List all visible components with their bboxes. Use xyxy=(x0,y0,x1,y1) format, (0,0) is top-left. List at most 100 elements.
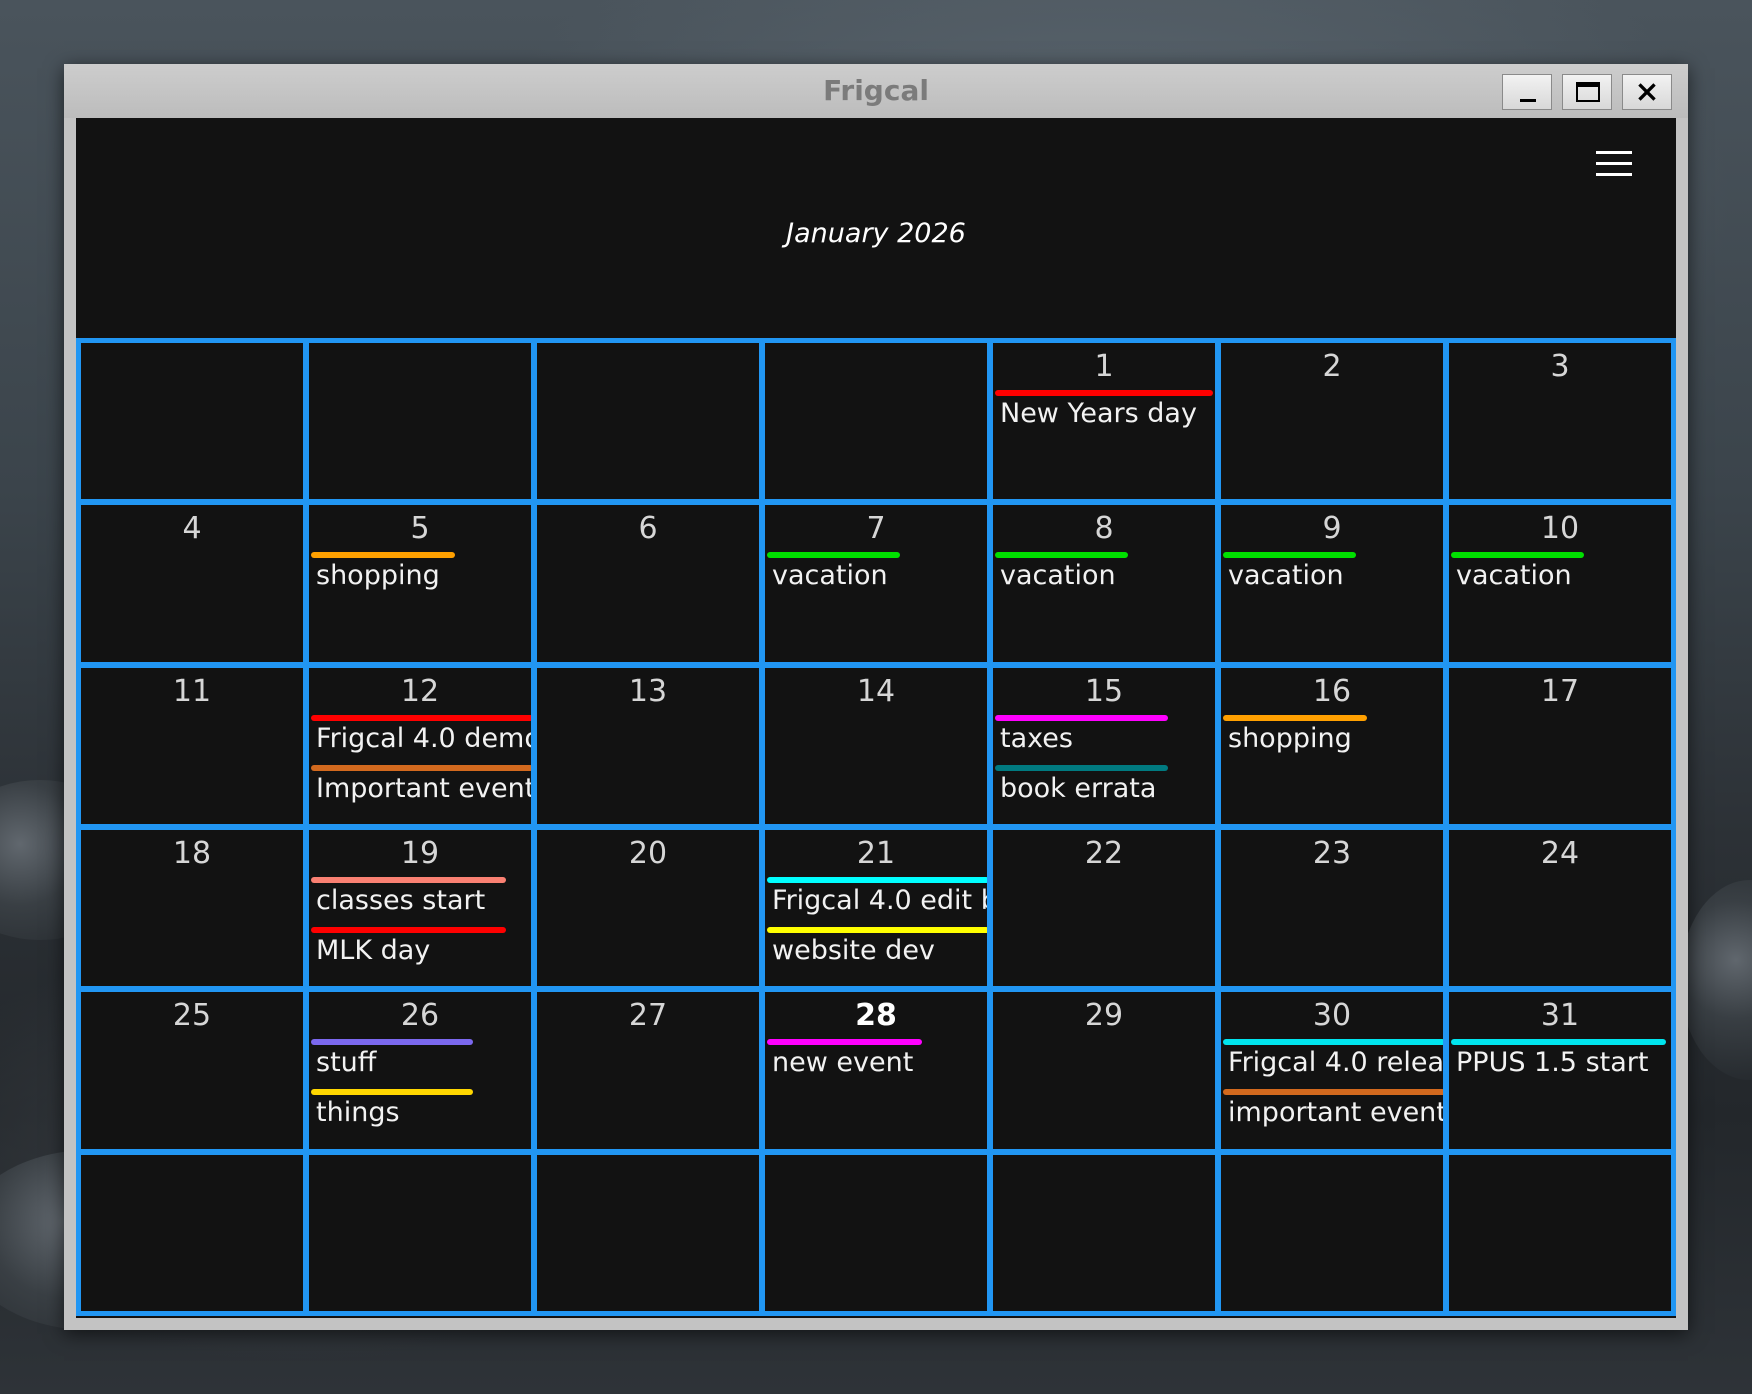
empty-day-cell[interactable] xyxy=(993,1154,1215,1311)
event-color-bar xyxy=(995,552,1129,559)
day-number: 8 xyxy=(1094,511,1114,547)
day-number: 16 xyxy=(1312,673,1352,709)
day-cell[interactable]: 1 New Years day xyxy=(993,343,1215,500)
event-color-bar xyxy=(767,926,987,933)
empty-day-cell[interactable] xyxy=(1449,1154,1671,1311)
day-cell[interactable]: 15 taxes book errata xyxy=(993,667,1215,824)
day-cell[interactable]: 28 new event xyxy=(765,992,987,1149)
day-cell[interactable]: 10 vacation xyxy=(1449,505,1671,662)
day-cell[interactable]: 9 vacation xyxy=(1221,505,1443,662)
day-number: 26 xyxy=(400,998,440,1034)
day-cell[interactable]: 22 xyxy=(993,829,1215,987)
day-number: 27 xyxy=(628,998,668,1034)
calendar-event[interactable]: important event xyxy=(1221,1089,1443,1141)
calendar-event[interactable]: classes start xyxy=(309,876,531,929)
calendar-event[interactable]: vacation xyxy=(765,552,987,604)
day-cell[interactable]: 20 xyxy=(537,829,759,987)
event-color-bar xyxy=(311,552,456,559)
calendar-event[interactable]: vacation xyxy=(1449,552,1671,604)
empty-day-cell[interactable] xyxy=(309,1154,531,1311)
event-label: vacation xyxy=(772,560,888,592)
close-button[interactable] xyxy=(1622,74,1672,110)
day-cell[interactable]: 27 xyxy=(537,992,759,1149)
day-cell[interactable]: 2 xyxy=(1221,343,1443,500)
event-label: stuff xyxy=(316,1047,377,1079)
calendar-event[interactable]: website dev xyxy=(765,926,987,979)
day-number: 12 xyxy=(400,673,440,709)
day-number: 25 xyxy=(172,998,212,1034)
window-title: Frigcal xyxy=(823,74,929,107)
event-color-bar xyxy=(1223,552,1357,559)
event-label: vacation xyxy=(1456,560,1572,592)
event-label: New Years day xyxy=(1000,398,1197,429)
calendar-event[interactable]: Frigcal 4.0 edit b xyxy=(765,876,987,929)
day-number: 17 xyxy=(1540,673,1580,709)
day-cell[interactable]: 11 xyxy=(81,667,303,824)
day-cell[interactable]: 8 vacation xyxy=(993,505,1215,662)
day-cell[interactable]: 26 stuff things xyxy=(309,992,531,1149)
day-cell[interactable]: 12 Frigcal 4.0 demo Important event xyxy=(309,667,531,824)
window-titlebar[interactable]: Frigcal xyxy=(64,64,1688,118)
calendar-event[interactable]: vacation xyxy=(1221,552,1443,604)
calendar-event[interactable]: new event xyxy=(765,1039,987,1091)
day-cell[interactable]: 14 xyxy=(765,667,987,824)
day-number: 19 xyxy=(400,835,440,871)
day-cell[interactable]: 13 xyxy=(537,667,759,824)
day-cell[interactable]: 6 xyxy=(537,505,759,662)
empty-day-cell[interactable] xyxy=(537,1154,759,1311)
empty-day-cell[interactable] xyxy=(1221,1154,1443,1311)
month-grid: 1 New Years day 2 3 4 5 shopping 6 7 vacation 8 vac… xyxy=(76,338,1676,1316)
day-cell[interactable]: 3 xyxy=(1449,343,1671,500)
day-cell[interactable]: 30 Frigcal 4.0 releas important event xyxy=(1221,992,1443,1149)
background-rock xyxy=(1680,880,1752,1080)
day-cell[interactable]: 21 Frigcal 4.0 edit b website dev xyxy=(765,829,987,987)
calendar-event[interactable]: things xyxy=(309,1089,531,1141)
calendar-event[interactable]: Frigcal 4.0 demo xyxy=(309,714,531,767)
empty-day-cell[interactable] xyxy=(765,343,987,500)
empty-day-cell[interactable] xyxy=(537,343,759,500)
event-color-bar xyxy=(1223,714,1368,721)
calendar-event[interactable]: shopping xyxy=(1221,714,1443,767)
event-label: vacation xyxy=(1000,560,1116,592)
calendar-event[interactable]: book errata xyxy=(993,764,1215,817)
maximize-icon xyxy=(1576,82,1600,102)
calendar-event[interactable]: Frigcal 4.0 releas xyxy=(1221,1039,1443,1091)
minimize-button[interactable] xyxy=(1502,74,1552,110)
event-color-bar xyxy=(1223,1089,1443,1096)
event-color-bar xyxy=(311,764,531,771)
calendar-event[interactable]: New Years day xyxy=(993,390,1215,442)
day-cell[interactable]: 17 xyxy=(1449,667,1671,824)
day-cell[interactable]: 25 xyxy=(81,992,303,1149)
calendar-event[interactable]: shopping xyxy=(309,552,531,604)
day-cell[interactable]: 4 xyxy=(81,505,303,662)
calendar-event[interactable]: vacation xyxy=(993,552,1215,604)
day-cell[interactable]: 31 PPUS 1.5 start xyxy=(1449,992,1671,1149)
day-cell[interactable]: 16 shopping xyxy=(1221,667,1443,824)
calendar-event[interactable]: stuff xyxy=(309,1039,531,1091)
empty-day-cell[interactable] xyxy=(81,1154,303,1311)
day-cell[interactable]: 29 xyxy=(993,992,1215,1149)
event-label: PPUS 1.5 start xyxy=(1456,1047,1649,1079)
day-cell[interactable]: 7 vacation xyxy=(765,505,987,662)
empty-day-cell[interactable] xyxy=(81,343,303,500)
month-title: January 2026 xyxy=(786,218,966,249)
calendar-event[interactable]: MLK day xyxy=(309,926,531,979)
event-label: things xyxy=(316,1097,400,1129)
day-number: 15 xyxy=(1084,673,1124,709)
day-cell[interactable]: 5 shopping xyxy=(309,505,531,662)
maximize-button[interactable] xyxy=(1562,74,1612,110)
calendar-event[interactable]: PPUS 1.5 start xyxy=(1449,1039,1671,1091)
day-cell[interactable]: 19 classes start MLK day xyxy=(309,829,531,987)
day-number: 29 xyxy=(1084,998,1124,1034)
calendar-event[interactable]: taxes xyxy=(993,714,1215,767)
empty-day-cell[interactable] xyxy=(309,343,531,500)
calendar-event[interactable]: Important event xyxy=(309,764,531,817)
event-label: classes start xyxy=(316,884,486,916)
hamburger-menu-icon[interactable] xyxy=(1594,149,1634,179)
day-cell[interactable]: 24 xyxy=(1449,829,1671,987)
day-cell[interactable]: 23 xyxy=(1221,829,1443,987)
day-number: 21 xyxy=(856,835,896,871)
empty-day-cell[interactable] xyxy=(765,1154,987,1311)
day-cell[interactable]: 18 xyxy=(81,829,303,987)
event-color-bar xyxy=(995,764,1169,771)
